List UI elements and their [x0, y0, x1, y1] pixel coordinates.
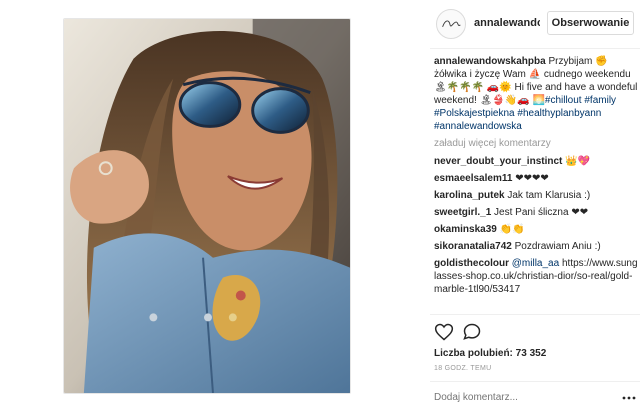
comment-bubble-icon[interactable]	[462, 322, 482, 342]
sunset-emoji: 🌅	[532, 95, 545, 106]
comment-text: Jak tam Klarusia :)	[507, 190, 591, 201]
comment-username[interactable]: esmaeelsalem11	[434, 173, 512, 184]
post-caption: annalewandowskahpba Przybijam ✊ żółwika i…	[434, 55, 638, 133]
more-options-icon[interactable]	[622, 393, 636, 403]
header-divider	[430, 48, 640, 49]
caption-text-2: żółwika i życzę Wam	[434, 69, 529, 80]
comment-item: never_doubt_your_instinct 👑💖	[434, 155, 638, 168]
avatar-signature-icon	[442, 20, 461, 27]
comment-item: esmaeelsalem11 ❤❤❤❤	[434, 172, 638, 185]
hashtag-chillout[interactable]: #chillout	[545, 95, 582, 106]
comment-item: okaminska39 👏👏	[434, 223, 638, 236]
post-timestamp: 18 GODZ. TEMU	[434, 365, 492, 372]
post-header: annalewandow Obserwowanie	[430, 9, 640, 39]
car-sun-emoji: 🚗🌞	[486, 82, 512, 93]
hashtag-healthyplanbyann[interactable]: #healthyplanbyann	[517, 108, 601, 119]
comment-username[interactable]: goldisthecolour	[434, 258, 509, 269]
comment-username[interactable]: okaminska39	[434, 224, 497, 235]
comment-item: sweetgirl._1 Jest Pani śliczna ❤❤	[434, 206, 638, 219]
comment-emoji: ❤❤❤❤	[515, 173, 549, 184]
comment-emoji: ❤❤	[571, 207, 589, 218]
post-side-panel: annalewandow Obserwowanie annalewandowsk…	[430, 0, 640, 412]
post-photo[interactable]	[63, 18, 351, 394]
likes-count[interactable]: Liczba polubień: 73 352	[434, 348, 546, 359]
post-username[interactable]: annalewandow	[474, 17, 540, 29]
caption-text-3: cudnego weekendu	[543, 69, 631, 80]
hashtag-family[interactable]: #family	[584, 95, 616, 106]
comment-item: karolina_putek Jak tam Klarusia :)	[434, 189, 638, 202]
hashtag-annalewandowska[interactable]: #annalewandowska	[434, 121, 522, 132]
comment-username[interactable]: karolina_putek	[434, 190, 505, 201]
heart-icon[interactable]	[434, 322, 454, 342]
comment-item: sikoranatalia742 Pozdrawiam Aniu :)	[434, 240, 638, 253]
hashtag-polskajestpiekna[interactable]: #Polskajestpiekna	[434, 108, 515, 119]
post-actions	[434, 322, 634, 342]
beach-emoji: 🏝👙👋🚗	[479, 95, 530, 106]
actions-divider	[430, 314, 640, 315]
comment-mention[interactable]: @milla_aa	[512, 258, 559, 269]
selfie-image	[64, 19, 350, 393]
comment-username[interactable]: sikoranatalia742	[434, 241, 512, 252]
fist-emoji: ✊	[595, 56, 608, 67]
following-button[interactable]: Obserwowanie	[547, 11, 634, 35]
comment-text: Pozdrawiam Aniu :)	[514, 241, 601, 252]
caption-username[interactable]: annalewandowskahpba	[434, 56, 546, 67]
comment-emoji: 👑💖	[565, 156, 591, 167]
comment-item: goldisthecolour @milla_aa https://www.su…	[434, 257, 638, 296]
add-comment-input[interactable]	[434, 392, 614, 403]
sailboat-emoji: ⛵	[528, 69, 542, 80]
load-more-comments-link[interactable]: załaduj więcej komentarzy	[434, 137, 638, 150]
comment-input-divider	[430, 381, 640, 382]
island-emoji: 🏝🌴🌴🌴	[434, 82, 485, 93]
comment-text: Jest Pani śliczna	[494, 207, 569, 218]
caption-text-1: Przybijam	[545, 56, 596, 67]
comment-emoji: 👏👏	[499, 224, 525, 235]
comment-username[interactable]: sweetgirl._1	[434, 207, 491, 218]
comments-section: annalewandowskahpba Przybijam ✊ żółwika i…	[434, 55, 638, 300]
comment-username[interactable]: never_doubt_your_instinct	[434, 156, 562, 167]
avatar[interactable]	[436, 9, 466, 39]
